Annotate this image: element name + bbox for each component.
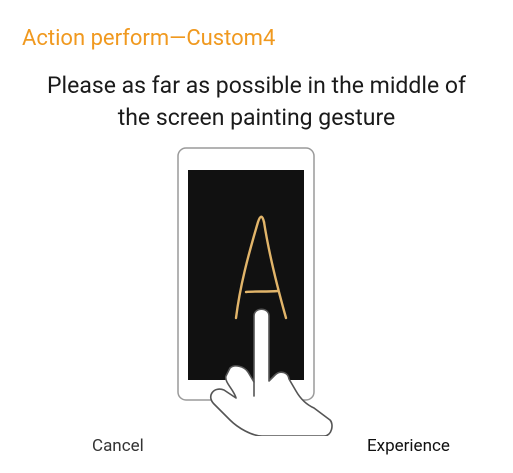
message-line-1: Please as far as possible in the middle … <box>47 72 466 99</box>
dialog-title: Action perform—Custom4 <box>22 26 276 51</box>
dialog-message: Please as far as possible in the middle … <box>0 70 513 134</box>
gesture-dialog: Action perform—Custom4 Please as far as … <box>0 0 513 473</box>
cancel-button[interactable]: Cancel <box>92 436 144 456</box>
phone-screen <box>188 170 304 380</box>
phone-gesture-illustration <box>177 147 333 436</box>
message-line-2: the screen painting gesture <box>117 104 396 131</box>
experience-button[interactable]: Experience <box>367 436 450 456</box>
